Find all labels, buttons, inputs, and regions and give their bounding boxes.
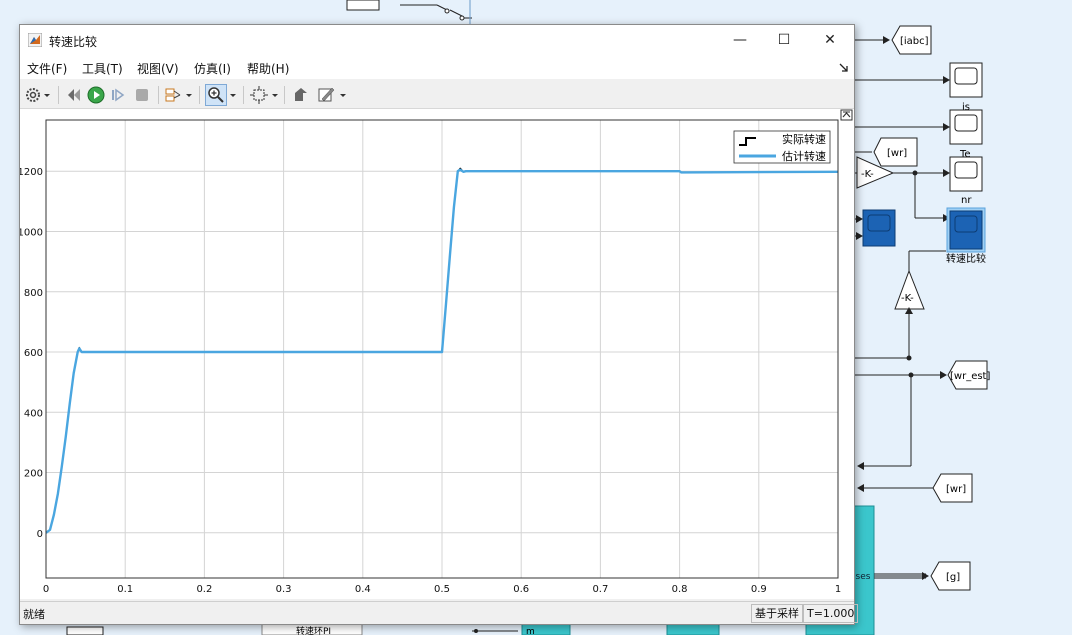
gear-icon[interactable] [23, 85, 43, 105]
restore-icon[interactable] [64, 85, 84, 105]
chevron-down-icon[interactable] [270, 85, 280, 105]
status-bar: 就绪 基于采样 T=1.000 [20, 601, 859, 624]
x-tick-labels: 0 0.1 0.2 0.3 0.4 0.5 0.6 0.7 0.8 0.9 1 [43, 584, 841, 595]
style-icon[interactable] [316, 85, 336, 105]
y-tick-label: 0 [37, 529, 43, 540]
x-tick-label: 0.5 [434, 584, 450, 595]
status-time: T=1.000 [803, 604, 859, 623]
menu-file[interactable]: 文件(F) [27, 60, 67, 77]
menu-simulation[interactable]: 仿真(I) [194, 60, 231, 77]
close-button[interactable]: ✕ [808, 25, 852, 55]
window-title: 转速比较 [49, 35, 98, 49]
x-tick-label: 0.1 [117, 584, 133, 595]
x-tick-label: 0.7 [592, 584, 608, 595]
maximize-button[interactable]: ☐ [762, 25, 806, 55]
scope-label-nr: nr [961, 195, 972, 206]
undock-button[interactable] [840, 109, 853, 121]
y-tick-label: 400 [24, 408, 43, 419]
run-icon[interactable] [86, 85, 106, 105]
tag-label-g: [g] [946, 572, 960, 583]
menu-bar: 文件(F) 工具(T) 视图(V) 仿真(I) 帮助(H) [20, 55, 854, 79]
gain-label-2: -K- [901, 293, 914, 304]
matlab-icon [28, 33, 42, 47]
tag-label-iabc: [iabc] [900, 36, 929, 47]
step-forward-icon[interactable] [108, 85, 128, 105]
plot-panel[interactable]: 0 200 400 600 800 1000 1200 0 0.1 0.2 0.3 0.4 0.5 0.… [18, 109, 854, 599]
signal-selector-icon[interactable] [164, 85, 184, 105]
toolbar [20, 82, 854, 109]
x-tick-label: 0.8 [672, 584, 688, 595]
highlight-icon[interactable] [291, 85, 311, 105]
autoscale-icon[interactable] [249, 85, 269, 105]
status-ready: 就绪 [23, 608, 45, 621]
menu-help[interactable]: 帮助(H) [247, 60, 289, 77]
gain-label-1: -K- [861, 169, 874, 180]
tag-label-wr-2: [wr] [946, 484, 966, 495]
x-tick-label: 0.3 [276, 584, 292, 595]
pi-block-label: 转速环PI [296, 625, 331, 635]
chevron-down-icon[interactable] [42, 85, 52, 105]
zoom-in-icon[interactable] [205, 84, 227, 106]
y-tick-label: 1000 [20, 227, 43, 238]
y-tick-label: 600 [24, 348, 43, 359]
stop-icon[interactable] [132, 85, 152, 105]
tag-label-wr-1: [wr] [887, 148, 907, 159]
status-sample-based: 基于采样 [751, 604, 803, 623]
x-tick-label: 1 [835, 584, 841, 595]
x-tick-label: 0.9 [751, 584, 767, 595]
menu-tools[interactable]: 工具(T) [82, 60, 123, 77]
y-tick-label: 1200 [20, 167, 43, 178]
scope-window[interactable]: 转速比较 — ☐ ✕ 文件(F) 工具(T) 视图(V) 仿真(I) 帮助(H) [18, 24, 859, 625]
chevron-down-icon[interactable] [338, 85, 348, 105]
x-tick-label: 0.2 [196, 584, 212, 595]
scope-label-speed-compare: 转速比较 [946, 252, 986, 265]
dock-arrow-icon[interactable] [839, 63, 849, 73]
y-tick-label: 200 [24, 469, 43, 480]
legend[interactable]: 实际转速 估计转速 [733, 130, 831, 164]
chevron-down-icon[interactable] [228, 85, 238, 105]
menu-view[interactable]: 视图(V) [137, 60, 179, 77]
bottom-block-label: m [526, 627, 535, 635]
legend-label-actual: 实际转速 [782, 132, 826, 146]
y-tick-labels: 0 200 400 600 800 1000 1200 [18, 167, 43, 540]
pwm-port-label: lses [853, 572, 871, 582]
x-tick-label: 0.6 [513, 584, 529, 595]
speed-comparison-chart[interactable]: 0 200 400 600 800 1000 1200 0 0.1 0.2 0.3 0.4 0.5 0.… [18, 109, 854, 599]
chevron-down-icon[interactable] [184, 85, 194, 105]
y-tick-label: 800 [24, 288, 43, 299]
x-tick-label: 0 [43, 584, 49, 595]
title-bar[interactable]: 转速比较 — ☐ ✕ [20, 25, 854, 55]
legend-label-estimated: 估计转速 [782, 149, 826, 163]
x-tick-label: 0.4 [355, 584, 371, 595]
minimize-button[interactable]: — [718, 25, 762, 55]
tag-label-wr-est: [wr_est] [950, 371, 990, 382]
model-block-top[interactable] [346, 0, 380, 11]
